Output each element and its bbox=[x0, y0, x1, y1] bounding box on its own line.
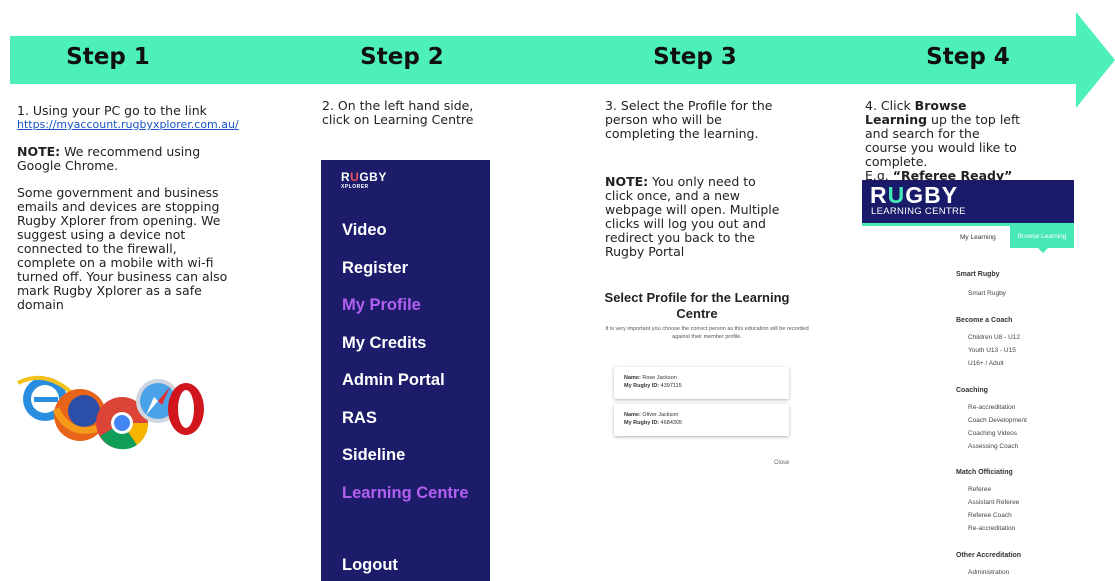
nav-admin-portal[interactable]: Admin Portal bbox=[342, 371, 445, 390]
rugby-learning-logo: RUGBY bbox=[870, 182, 958, 209]
course-link[interactable]: Re-accreditation bbox=[968, 525, 1015, 532]
select-profile-subtitle: It is very important you choose the corr… bbox=[605, 326, 809, 340]
nav-my-credits[interactable]: My Credits bbox=[342, 334, 426, 353]
rugby-xplorer-logo: RUGBY XPLORER bbox=[341, 168, 387, 190]
tab-browse-learning[interactable]: Browse Learning bbox=[1010, 226, 1074, 253]
course-link[interactable]: Administration bbox=[968, 569, 1009, 576]
step-1-title: Step 1 bbox=[66, 44, 150, 70]
logo-r: R bbox=[870, 182, 888, 208]
logo-u: U bbox=[887, 182, 906, 208]
step-1-text: 1. Using your PC go to the link https://… bbox=[17, 104, 247, 312]
name-label: Name: bbox=[624, 375, 641, 381]
course-link[interactable]: Referee Coach bbox=[968, 512, 1012, 519]
profile-card[interactable]: Name: Rose Jackson My Rugby ID: 4397115 bbox=[614, 367, 789, 399]
profile-name: Name: Oliver Jackson bbox=[624, 412, 678, 418]
category-title: Become a Coach bbox=[956, 317, 1013, 324]
name-label: Name: bbox=[624, 412, 641, 418]
step-3-title: Step 3 bbox=[653, 44, 737, 70]
logo-subtitle: XPLORER bbox=[341, 184, 369, 190]
note-label: NOTE: bbox=[605, 174, 649, 189]
nav-ras[interactable]: RAS bbox=[342, 409, 377, 428]
id-value: 4684305 bbox=[659, 420, 683, 426]
learning-centre-subtitle: LEARNING CENTRE bbox=[871, 206, 966, 217]
profile-id: My Rugby ID: 4684305 bbox=[624, 420, 682, 426]
step-2-title: Step 2 bbox=[360, 44, 444, 70]
rugby-xplorer-menu: RUGBY XPLORER Video Register My Profile … bbox=[321, 160, 490, 581]
category-title: Other Accreditation bbox=[956, 552, 1022, 559]
logo-rest: GBY bbox=[905, 182, 959, 208]
course-link[interactable]: Assessing Coach bbox=[968, 443, 1018, 450]
select-profile-title: Select Profile for the Learning Centre bbox=[604, 290, 790, 321]
id-value: 4397115 bbox=[659, 383, 682, 389]
step-4-title: Step 4 bbox=[926, 44, 1010, 70]
category-title: Match Officiating bbox=[956, 469, 1013, 476]
course-link[interactable]: Youth U13 - U15 bbox=[968, 347, 1016, 354]
course-link[interactable]: Coaching Videos bbox=[968, 430, 1017, 437]
nav-learning-centre[interactable]: Learning Centre bbox=[342, 484, 469, 503]
step-3-note: NOTE: You only need to click once, and a… bbox=[605, 175, 787, 259]
profile-id: My Rugby ID: 4397115 bbox=[624, 383, 682, 389]
course-link[interactable]: U16+ / Adult bbox=[968, 360, 1004, 367]
nav-my-profile[interactable]: My Profile bbox=[342, 296, 421, 315]
instruction-pre: 4. Click bbox=[865, 98, 915, 113]
logo-u: U bbox=[350, 170, 360, 184]
id-label: My Rugby ID: bbox=[624, 383, 660, 389]
step-1-intro: 1. Using your PC go to the link bbox=[17, 103, 207, 118]
course-link[interactable]: Referee bbox=[968, 486, 991, 493]
nav-video[interactable]: Video bbox=[342, 221, 387, 240]
step-1-paragraph: Some government and business emails and … bbox=[17, 185, 228, 312]
tab-my-learning[interactable]: My Learning bbox=[960, 234, 996, 241]
opera-icon bbox=[168, 383, 204, 435]
nav-register[interactable]: Register bbox=[342, 259, 408, 278]
name-value: Oliver Jackson bbox=[640, 412, 679, 418]
course-link[interactable]: Smart Rugby bbox=[968, 290, 1006, 297]
category-title: Smart Rugby bbox=[956, 271, 1000, 278]
step-1-note: NOTE: We recommend using Google Chrome. bbox=[17, 145, 207, 173]
browser-icons bbox=[17, 375, 204, 450]
rugby-xplorer-link[interactable]: https://myaccount.rugbyxplorer.com.au/ bbox=[17, 118, 247, 132]
nav-logout[interactable]: Logout bbox=[342, 556, 398, 575]
note-label: NOTE: bbox=[17, 144, 61, 159]
course-link[interactable]: Children U8 - U12 bbox=[968, 334, 1020, 341]
step-2-instruction: 2. On the left hand side, click on Learn… bbox=[322, 98, 474, 127]
course-link[interactable]: Re-accreditation bbox=[968, 404, 1015, 411]
learning-centre-header: RUGBY LEARNING CENTRE bbox=[862, 180, 1074, 223]
close-button[interactable]: Close bbox=[774, 460, 789, 466]
course-link[interactable]: Assistant Referee bbox=[968, 499, 1019, 506]
logo-rest: GBY bbox=[359, 170, 387, 184]
logo-r: R bbox=[341, 170, 351, 184]
step-3-instruction: 3. Select the Profile for the person who… bbox=[605, 98, 773, 141]
category-title: Coaching bbox=[956, 387, 988, 394]
step-4-instruction: 4. Click Browse Learning up the top left… bbox=[865, 99, 1025, 183]
name-value: Rose Jackson bbox=[640, 375, 677, 381]
profile-name: Name: Rose Jackson bbox=[624, 375, 677, 381]
profile-card[interactable]: Name: Oliver Jackson My Rugby ID: 468430… bbox=[614, 404, 789, 436]
id-label: My Rugby ID: bbox=[624, 420, 660, 426]
course-link[interactable]: Coach Development bbox=[968, 417, 1027, 424]
nav-sideline[interactable]: Sideline bbox=[342, 446, 405, 465]
